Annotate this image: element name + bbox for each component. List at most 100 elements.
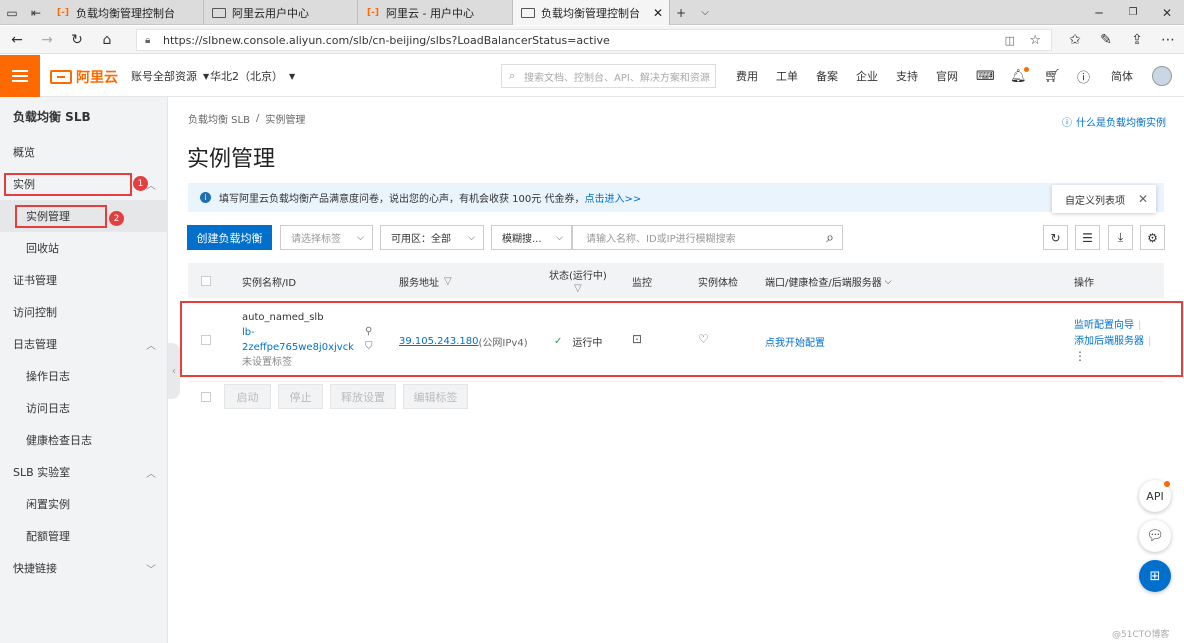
search-mode-select[interactable]: 模糊搜... ⌵ xyxy=(491,225,572,250)
custom-columns-button[interactable]: ☰ xyxy=(1075,225,1100,250)
notification-dot xyxy=(1164,481,1170,487)
start-button[interactable]: 启动 xyxy=(224,384,271,409)
search-icon[interactable]: ⌕ xyxy=(826,230,834,246)
gear-icon: ⚙ xyxy=(1147,230,1158,245)
sidebar-item-recycle-bin[interactable]: 回收站 xyxy=(0,232,168,264)
filter-icon[interactable]: ▽ xyxy=(444,276,452,287)
tag-select[interactable]: 请选择标签 ⌵ xyxy=(280,225,373,250)
bell-icon[interactable]: 🔔︎ xyxy=(1010,55,1029,97)
sidebar-item-idle-instances[interactable]: 闲置实例 xyxy=(0,488,168,520)
help-icon[interactable]: ⓘ xyxy=(1077,55,1090,97)
back-tabs-icon[interactable]: ⇤ xyxy=(24,0,48,25)
header-ports[interactable]: 端口/健康检查/后端服务器 ⌵ xyxy=(765,274,892,290)
topbar-link-enterprise[interactable]: 企业 xyxy=(856,55,878,97)
region-label: 华北2（北京） xyxy=(210,70,283,83)
region-selector[interactable]: 华北2（北京） ▼ xyxy=(210,55,295,97)
apps-grid-icon: ⊞ xyxy=(1149,568,1161,584)
close-window-icon[interactable]: ✕ xyxy=(1150,0,1184,25)
minimize-icon[interactable]: ─ xyxy=(1082,0,1116,25)
reading-view-icon[interactable]: ◫ xyxy=(1005,34,1015,47)
forward-icon[interactable]: → xyxy=(32,26,62,54)
topbar-link-official[interactable]: 官网 xyxy=(936,55,958,97)
pen-icon[interactable]: ✎ xyxy=(1091,26,1121,54)
tab-title: 阿里云 - 用户中心 xyxy=(386,6,474,20)
help-link[interactable]: ⓘ 什么是负载均衡实例 xyxy=(1062,114,1166,129)
header-name: 实例名称/ID xyxy=(242,278,297,289)
page-title: 实例管理 xyxy=(187,147,276,172)
create-slb-button[interactable]: 创建负载均衡 xyxy=(187,225,272,250)
sidebar-item-access-logs[interactable]: 访问日志 xyxy=(0,392,168,424)
favorite-star-icon[interactable]: ☆ xyxy=(1029,33,1041,48)
sidebar-item-logs[interactable]: 日志管理 ︿ xyxy=(0,328,168,360)
sidebar-item-health-check-logs[interactable]: 健康检查日志 xyxy=(0,424,168,456)
url-field[interactable]: 🔒︎ https://slbnew.console.aliyun.com/slb… xyxy=(136,29,1052,51)
aliyun-logo[interactable]: 阿里云 xyxy=(50,67,118,87)
stop-button[interactable]: 停止 xyxy=(278,384,323,409)
sidebar-item-access-control[interactable]: 访问控制 xyxy=(0,296,168,328)
watermark: @51CTO博客 xyxy=(1112,630,1170,640)
export-button[interactable]: ⤓ xyxy=(1108,225,1133,250)
batch-select-checkbox[interactable] xyxy=(201,392,211,402)
question-circle-icon: ⓘ xyxy=(1062,118,1072,129)
select-all-checkbox[interactable] xyxy=(201,276,211,286)
caret-down-icon: ▼ xyxy=(203,71,210,81)
sidebar-collapse-handle[interactable]: ‹ xyxy=(168,343,180,399)
settings-button[interactable]: ⚙ xyxy=(1140,225,1165,250)
browser-tab-1[interactable]: [-] 负载均衡管理控制台 xyxy=(48,0,204,25)
instance-search-input[interactable]: 请输入名称、ID或IP进行模糊搜索 ⌕ xyxy=(572,225,843,250)
sidebar-item-quota[interactable]: 配额管理 xyxy=(0,520,168,552)
breadcrumb-item[interactable]: 负载均衡 SLB xyxy=(188,111,250,126)
avatar[interactable] xyxy=(1152,66,1172,86)
restore-icon[interactable]: ❐ xyxy=(1116,0,1150,25)
more-icon[interactable]: ⋯ xyxy=(1153,26,1183,54)
sidebar-item-overview[interactable]: 概览 xyxy=(0,136,168,168)
topbar-link-tickets[interactable]: 工单 xyxy=(776,55,798,97)
notice-text: 填写阿里云负载均衡产品满意度问卷，说出您的心声，有机会收获 100元 代金券， xyxy=(219,194,585,205)
release-settings-button[interactable]: 释放设置 xyxy=(330,384,396,409)
sidebar-item-shortcuts[interactable]: 快捷链接 ﹀ xyxy=(0,552,168,584)
back-icon[interactable]: ← xyxy=(2,26,32,54)
refresh-icon[interactable]: ↻ xyxy=(62,26,92,54)
resource-group-selector[interactable]: 账号全部资源 ▼ xyxy=(131,55,209,97)
tab-actions-icon[interactable]: ▭ xyxy=(0,0,24,25)
favorites-icon[interactable]: ✩ xyxy=(1060,26,1090,54)
chat-float-button[interactable]: 💬︎ xyxy=(1139,520,1171,552)
refresh-button[interactable]: ↻ xyxy=(1043,225,1068,250)
language-switch[interactable]: 简体 xyxy=(1111,55,1133,97)
sidebar-item-slb-lab[interactable]: SLB 实验室 ︿ xyxy=(0,456,168,488)
table-header: 实例名称/ID 服务地址 ▽ 状态(运行中) ▽ 监控 实例体检 端口/健康检查… xyxy=(188,263,1164,298)
apps-float-button[interactable]: ⊞ xyxy=(1139,560,1171,592)
search-icon: ⌕ xyxy=(509,69,516,82)
chat-icon: 💬︎ xyxy=(1146,528,1164,544)
topbar-link-icp[interactable]: 备案 xyxy=(816,55,838,97)
browser-tab-3[interactable]: [-] 阿里云 - 用户中心 xyxy=(358,0,513,25)
chevron-down-icon: ﹀ xyxy=(146,564,156,576)
header-monitor: 监控 xyxy=(632,278,652,289)
cart-icon[interactable]: 🛒︎ xyxy=(1044,55,1061,97)
close-tab-icon[interactable]: ✕ xyxy=(653,6,663,20)
tab-title: 阿里云用户中心 xyxy=(232,6,309,20)
close-icon[interactable]: ✕ xyxy=(1138,192,1148,206)
share-icon[interactable]: ⇪ xyxy=(1122,26,1152,54)
page-favicon-icon xyxy=(521,7,535,18)
filter-icon[interactable]: ▽ xyxy=(549,283,607,294)
topbar-link-support[interactable]: 支持 xyxy=(896,55,918,97)
home-icon[interactable]: ⌂ xyxy=(92,26,122,54)
breadcrumb-separator: / xyxy=(255,113,260,124)
api-float-button[interactable]: API xyxy=(1139,480,1171,512)
new-tab-icon[interactable]: + xyxy=(670,0,692,25)
tab-list-chevron-icon[interactable]: ⌵ xyxy=(692,0,718,25)
info-icon: i xyxy=(200,192,211,203)
topbar-link-fees[interactable]: 费用 xyxy=(736,55,758,97)
terminal-icon[interactable]: ⌨ xyxy=(976,55,995,97)
sidebar-item-certificates[interactable]: 证书管理 xyxy=(0,264,168,296)
sidebar-item-operation-logs[interactable]: 操作日志 xyxy=(0,360,168,392)
menu-hamburger-icon[interactable] xyxy=(0,55,40,97)
custom-columns-tooltip: 自定义列表项 ✕ xyxy=(1052,185,1156,213)
browser-tab-4-active[interactable]: 负载均衡管理控制台 ✕ xyxy=(513,0,670,25)
zone-select[interactable]: 可用区：全部 ⌵ xyxy=(380,225,484,250)
edit-tags-button[interactable]: 编辑标签 xyxy=(403,384,468,409)
notice-link[interactable]: 点击进入>> xyxy=(584,190,641,205)
browser-tab-2[interactable]: 阿里云用户中心 xyxy=(204,0,358,25)
global-search-input[interactable]: ⌕ 搜索文档、控制台、API、解决方案和资源 xyxy=(501,64,716,88)
